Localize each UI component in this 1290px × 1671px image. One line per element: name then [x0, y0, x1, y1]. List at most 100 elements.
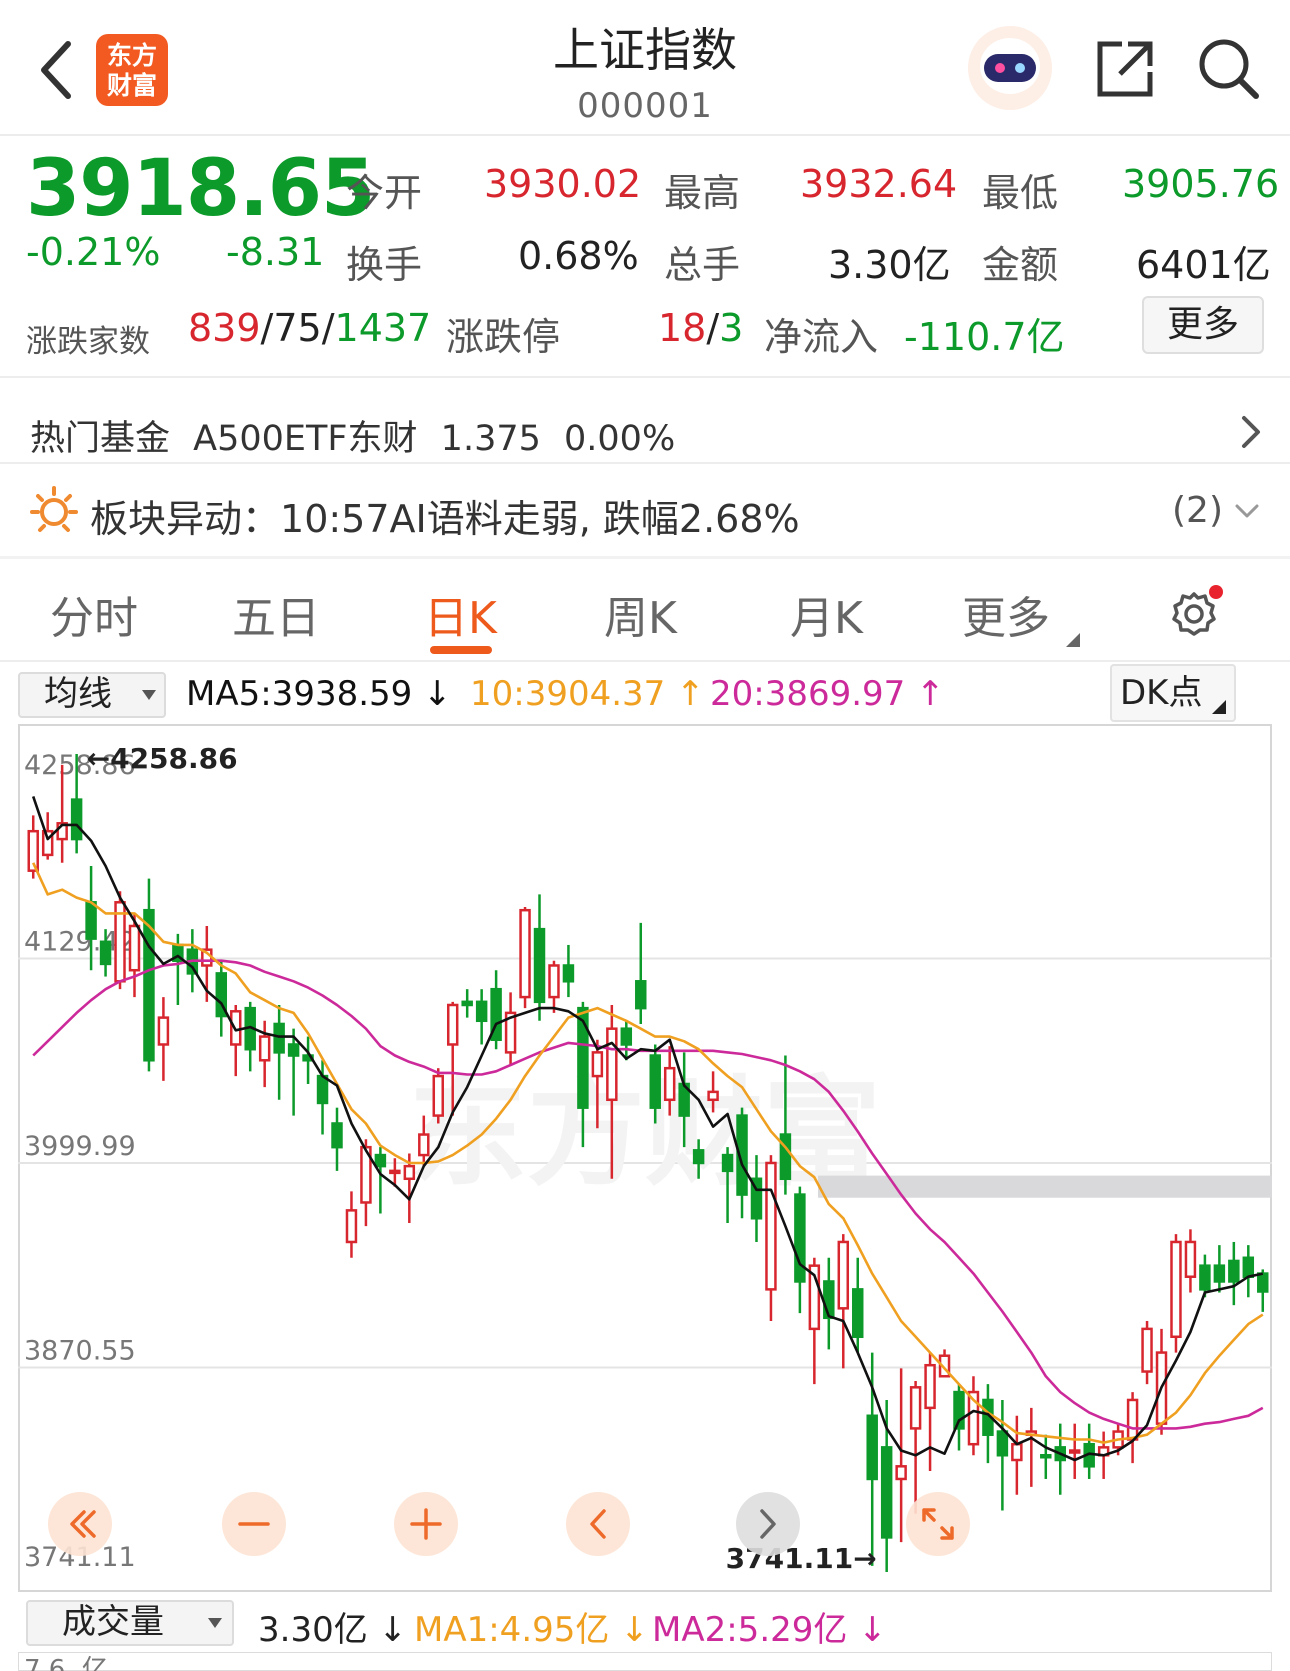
kline-chart[interactable]: 4258.864129.423999.993870.553741.11东方财富←…	[18, 724, 1272, 1592]
chevron-right-icon[interactable]	[1236, 412, 1266, 452]
candle-body	[1257, 1272, 1269, 1293]
candle-body	[287, 1043, 300, 1057]
app-header: 东方 财富 上证指数 000001	[0, 0, 1290, 136]
separator: /	[321, 306, 335, 350]
resistance-band	[818, 1175, 1272, 1198]
page-title: 上证指数	[553, 23, 737, 77]
sector-alert-label: 板块异动：	[90, 497, 281, 541]
limit-down: 3	[719, 306, 744, 350]
divider	[0, 462, 1290, 464]
candle-body	[909, 1386, 922, 1430]
sector-alert-content: 10:57AI语料走弱, 跌幅2.68%	[280, 497, 800, 541]
candle-body	[765, 1161, 777, 1291]
tab-monthly-k[interactable]: 月K	[790, 582, 863, 646]
zoom-in-icon[interactable]	[394, 1492, 458, 1556]
volume-indicator-select[interactable]: 成交量	[26, 1600, 234, 1646]
tab-daily-k[interactable]: 日K	[424, 582, 497, 646]
low-label: 最低	[982, 171, 1059, 215]
divider	[0, 660, 1290, 662]
chevron-down-icon[interactable]	[1232, 498, 1262, 524]
stock-code: 000001	[577, 86, 713, 126]
candle-body	[1242, 1256, 1255, 1278]
volume-label: 总手	[664, 243, 741, 287]
candle-body	[461, 1000, 473, 1007]
down-count: 1437	[334, 306, 432, 350]
candle-body	[99, 940, 112, 966]
candle-body	[1126, 1398, 1139, 1441]
corner-arrow-icon	[1212, 700, 1226, 714]
high-label: 最高	[664, 171, 741, 215]
flat-count: 75	[273, 306, 322, 350]
arrow-down-icon: ↓	[367, 1610, 408, 1650]
open-label: 今开	[346, 171, 423, 215]
logo-text-bottom: 财富	[106, 71, 157, 100]
watermark-text: 东方财富	[409, 1064, 881, 1202]
ma5-text: MA5:3938.59	[186, 674, 413, 714]
caret-down-icon	[142, 690, 156, 700]
arrow-down-icon: ↓	[609, 1610, 649, 1650]
turnover-value: 0.68%	[518, 234, 639, 278]
amount-value: 6401亿	[1136, 243, 1271, 287]
candle-body	[1141, 1327, 1153, 1373]
indicator-select-label: 均线	[44, 674, 112, 714]
double-chevron-left-icon[interactable]	[48, 1492, 112, 1556]
sector-alert-text[interactable]: 板块异动：10:57AI语料走弱, 跌幅2.68%	[90, 488, 800, 543]
ma10-value: 10:3904.37 ↑	[470, 674, 705, 714]
zoom-out-icon[interactable]	[222, 1492, 286, 1556]
divider	[0, 556, 1290, 559]
candle-body	[1213, 1264, 1226, 1283]
hot-fund-label: 热门基金	[30, 419, 171, 459]
net-inflow-value: -110.7亿	[904, 315, 1065, 359]
robot-avatar-icon[interactable]	[964, 24, 1056, 112]
tab-five-day[interactable]: 五日	[232, 582, 320, 646]
high-value: 3932.64	[800, 162, 958, 206]
breadth-values: 839/75/1437	[188, 306, 431, 350]
chevron-right-icon[interactable]	[736, 1492, 800, 1556]
app-logo: 东方 财富	[96, 34, 168, 106]
arrow-down-icon: ↓	[847, 1610, 887, 1650]
candle-body	[258, 1035, 271, 1062]
candle-body	[1170, 1240, 1182, 1339]
tab-intraday[interactable]: 分时	[50, 582, 138, 646]
candle-body	[143, 908, 155, 1062]
amount-label: 金额	[982, 243, 1059, 287]
sun-icon	[30, 486, 78, 532]
breadth-label: 涨跌家数	[26, 324, 150, 360]
candle-body	[707, 1090, 719, 1102]
chevron-left-icon[interactable]	[566, 1492, 630, 1556]
active-tab-indicator	[430, 646, 492, 654]
candle-body	[866, 1414, 878, 1481]
ma5-value: MA5:3938.59 ↓	[186, 674, 452, 714]
y-tick-label: 3999.99	[24, 1131, 136, 1162]
candle-body	[374, 1153, 387, 1168]
sector-alert-count: (2)	[1172, 490, 1223, 531]
candle-body	[1040, 1454, 1052, 1459]
tab-weekly-k[interactable]: 周K	[604, 582, 677, 646]
back-icon[interactable]	[36, 38, 76, 102]
divider	[0, 376, 1290, 378]
expand-icon[interactable]	[906, 1492, 970, 1556]
dk-point-button[interactable]: DK点	[1110, 664, 1236, 722]
indicator-select[interactable]: 均线	[18, 672, 166, 718]
low-value: 3905.76	[1122, 162, 1280, 206]
candle-body	[779, 1133, 792, 1181]
volume-ma2-text: MA2:5.29亿	[652, 1610, 848, 1650]
candle-body	[70, 798, 83, 841]
candle-body	[331, 1122, 343, 1149]
volume-chart: 7.6..亿	[18, 1652, 1272, 1671]
hot-fund-change: 0.00%	[564, 419, 676, 459]
candle-body	[85, 901, 97, 940]
hot-fund-name: A500ETF东财	[193, 419, 418, 459]
limit-values: 18/3	[658, 306, 743, 350]
volume-ma1: MA1:4.95亿 ↓	[414, 1602, 649, 1651]
current-price: 3918.65	[26, 144, 375, 234]
share-external-icon[interactable]	[1092, 36, 1158, 102]
more-quote-button[interactable]: 更多	[1142, 296, 1264, 354]
candle-body	[591, 1051, 604, 1078]
gear-icon[interactable]	[1170, 584, 1224, 638]
search-icon[interactable]	[1196, 36, 1262, 102]
candle-body	[157, 1016, 170, 1046]
tab-more[interactable]: 更多	[962, 582, 1080, 647]
volume-current-text: 3.30亿	[258, 1610, 368, 1650]
candle-body	[519, 908, 531, 999]
